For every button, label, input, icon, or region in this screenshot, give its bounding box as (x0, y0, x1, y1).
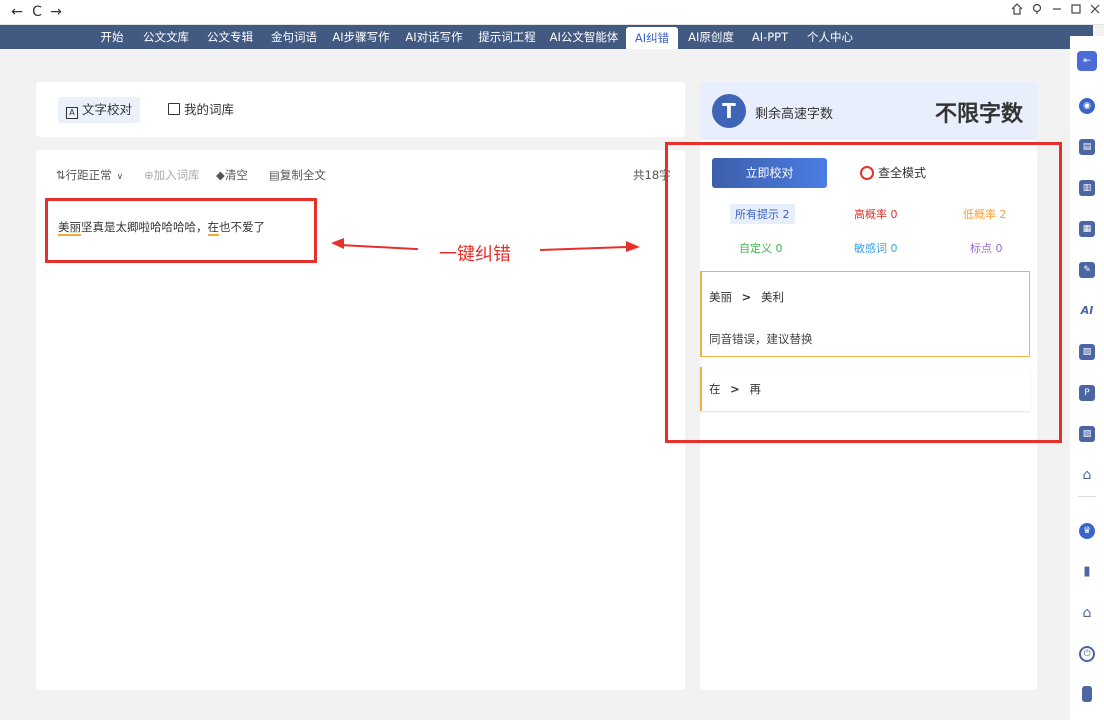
chevron-down-icon: ∨ (116, 172, 124, 182)
nav-item-user-center[interactable]: 个人中心 (804, 25, 856, 49)
tabs-panel: A 文字校对 我的词库 (36, 82, 685, 137)
nav-item-ai-step-writing[interactable]: AI步骤写作 (331, 25, 391, 49)
minimize-button[interactable] (1049, 3, 1065, 21)
writing-icon[interactable]: ✎ (1079, 262, 1095, 278)
annotation-label: 一键纠错 (439, 244, 511, 265)
forward-button[interactable]: → (47, 3, 65, 21)
title-bar: ← C → (0, 0, 1104, 25)
power-icon[interactable]: ⏻ (1079, 646, 1095, 662)
nav-item-ai-originality[interactable]: AI原创度 (685, 25, 737, 49)
toolbox-icon[interactable]: ▤ (1079, 139, 1095, 155)
arrowhead-right-icon (626, 241, 640, 252)
pin-icon[interactable] (1029, 3, 1045, 21)
refresh-button[interactable]: C (28, 3, 46, 21)
nav-item-ai-doc-agent[interactable]: AI公文智能体 (549, 25, 619, 49)
home-icon[interactable] (1009, 3, 1025, 21)
eraser-icon: ◆ (216, 168, 225, 182)
line-spacing-icon: ⇅ (56, 168, 66, 182)
nav-item-doc-library[interactable]: 公文文库 (140, 25, 192, 49)
clear-button[interactable]: ◆清空 (216, 167, 248, 183)
plus-circle-icon: ⊕ (144, 168, 154, 182)
ppt-icon[interactable]: P (1079, 385, 1095, 401)
copy-all-label: 复制全文 (279, 168, 326, 182)
tab-proofread[interactable]: A 文字校对 (58, 97, 141, 123)
text-box-icon: A (66, 107, 78, 119)
report-icon[interactable]: ▦ (1079, 221, 1095, 237)
nav-item-home[interactable]: 开始 (96, 25, 128, 49)
document-icon[interactable]: ▥ (1079, 180, 1095, 196)
annotation-box-editor (45, 198, 317, 263)
strip-divider (1078, 496, 1096, 497)
line-spacing-dropdown[interactable]: ⇅行距正常 ∨ (56, 167, 123, 183)
nav-item-ai-ppt[interactable]: AI-PPT (748, 25, 792, 49)
quota-value: 不限字数 (934, 102, 1023, 127)
main-nav: 开始 公文文库 公文专辑 金句词语 AI步骤写作 AI对话写作 提示词工程 AI… (0, 25, 1093, 49)
tab-lexicon-label: 我的词库 (184, 102, 235, 117)
annotation-box-results (665, 142, 1062, 443)
collapse-panel-icon[interactable]: ⇤ (1077, 51, 1097, 71)
gift-icon[interactable]: ⌂ (1079, 467, 1095, 483)
phone-icon[interactable] (1082, 686, 1092, 702)
quota-card: T 剩余高速字数 不限字数 (700, 82, 1037, 140)
copy-icon: ▤ (269, 168, 280, 182)
nav-item-ai-dialog-writing[interactable]: AI对话写作 (403, 25, 465, 49)
copy-all-button[interactable]: ▤复制全文 (269, 167, 326, 183)
add-to-lexicon-label: 加入词库 (153, 168, 200, 182)
line-spacing-label: 行距正常 (65, 168, 112, 182)
template-icon[interactable]: ▧ (1079, 344, 1095, 360)
crown-icon[interactable]: ♛ (1079, 523, 1095, 539)
globe-icon[interactable]: ◉ (1079, 98, 1095, 114)
quota-label: 剩余高速字数 (755, 107, 834, 122)
nav-item-doc-album[interactable]: 公文专辑 (204, 25, 256, 49)
nav-item-ai-proofread[interactable]: AI纠错 (626, 27, 678, 49)
tab-lexicon[interactable]: 我的词库 (160, 97, 242, 123)
add-to-lexicon-button[interactable]: ⊕加入词库 (144, 167, 200, 183)
clear-label: 清空 (224, 168, 248, 182)
back-button[interactable]: ← (8, 3, 26, 21)
stats-icon[interactable]: ▮ (1079, 564, 1095, 580)
maximize-button[interactable] (1068, 3, 1084, 21)
t-logo-icon: T (712, 94, 746, 128)
side-tool-strip: ⇤ ◉ ▤ ▥ ▦ ✎ AI ▧ P ▨ ⌂ ♛ ▮ ⌂ ⏻ (1070, 36, 1104, 720)
original-icon[interactable]: ▨ (1079, 426, 1095, 442)
nav-item-prompt-engineering[interactable]: 提示词工程 (477, 25, 537, 49)
house-icon[interactable]: ⌂ (1079, 605, 1095, 621)
ai-icon[interactable]: AI (1079, 303, 1095, 319)
book-icon (168, 103, 180, 115)
tab-proofread-label: 文字校对 (82, 102, 133, 117)
nav-item-golden-phrases[interactable]: 金句词语 (268, 25, 320, 49)
arrowhead-left-icon (331, 238, 344, 249)
close-button[interactable] (1087, 3, 1103, 21)
